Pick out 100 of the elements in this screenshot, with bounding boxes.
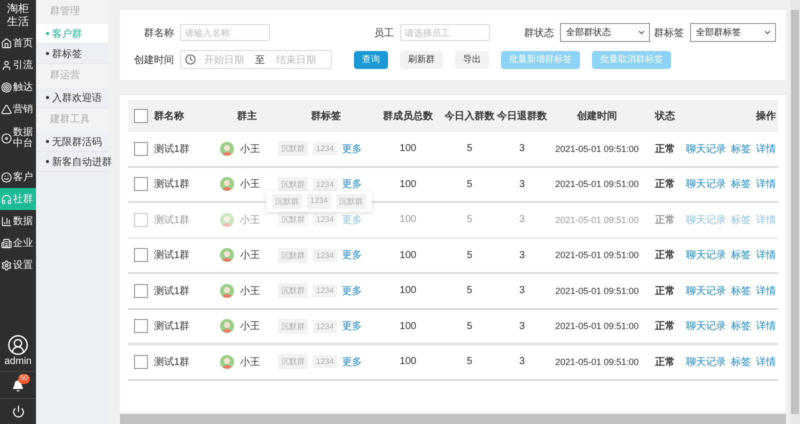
status-text: 正常	[654, 356, 676, 369]
select-all-checkbox[interactable]	[134, 109, 148, 123]
row-checkbox[interactable]	[134, 212, 148, 227]
nav-item[interactable]: 触达	[0, 76, 36, 98]
staff-input[interactable]: 请选择员工	[400, 24, 490, 41]
table-cell-text: 3	[518, 214, 526, 226]
nav-item[interactable]: 数据中台	[0, 120, 36, 156]
avatar-icon	[220, 177, 234, 192]
table-cell-text: 5	[466, 320, 474, 332]
tag: 1234	[313, 248, 337, 262]
more-link[interactable]: 更多	[342, 284, 362, 298]
table-cell-text: 2021-05-01 09:51:00	[554, 214, 640, 226]
row-checkbox[interactable]	[134, 177, 148, 192]
date-range-field[interactable]: 开始日期 至 结束日期	[180, 50, 332, 69]
action-link[interactable]: 详情	[756, 177, 776, 192]
tag: 1234	[313, 355, 337, 368]
home-icon	[1, 38, 12, 48]
action-link[interactable]: 标签	[731, 284, 751, 298]
row-checkbox[interactable]	[134, 319, 148, 334]
headset-icon	[1, 194, 12, 204]
brand-name: 淘柜生活	[6, 2, 30, 30]
tag: 1234	[313, 320, 337, 333]
action-link[interactable]: 详情	[756, 354, 776, 369]
more-link[interactable]: 更多	[342, 354, 362, 369]
table-cell-text: 3	[518, 178, 526, 190]
nav-item[interactable]: 数据	[0, 210, 36, 232]
nav-item[interactable]: 营销	[0, 98, 36, 120]
tag-select[interactable]: 全部群标签	[690, 23, 776, 42]
avatar-icon	[220, 354, 234, 369]
field-label: 创建时间	[133, 54, 175, 66]
table-cell-text: 2021-05-01 09:51:00	[554, 142, 640, 155]
table-cell-text: 100	[398, 320, 418, 332]
tag: 沉默群	[278, 283, 308, 298]
table-cell-text: 100	[398, 214, 418, 226]
action-link[interactable]: 标签	[731, 142, 751, 156]
action-link[interactable]: 详情	[756, 248, 776, 262]
row-checkbox[interactable]	[134, 248, 148, 262]
action-link[interactable]: 聊天记录	[686, 177, 726, 192]
horizontal-scrollbar[interactable]	[120, 414, 786, 424]
bullet-icon	[46, 160, 49, 163]
nav-item[interactable]: 首页	[0, 32, 36, 54]
more-link[interactable]: 更多	[342, 248, 362, 262]
action-link[interactable]: 详情	[756, 319, 776, 334]
vertical-scrollbar[interactable]	[791, 10, 799, 414]
smile-icon	[1, 172, 12, 182]
action-link[interactable]: 聊天记录	[686, 354, 726, 369]
action-link[interactable]: 标签	[731, 354, 751, 369]
tag: 沉默群	[278, 141, 308, 156]
action-link[interactable]: 聊天记录	[686, 248, 726, 262]
tag: 1234	[307, 194, 331, 209]
column-header: 今日入群数	[444, 110, 496, 123]
tag: 沉默群	[272, 194, 302, 209]
more-link[interactable]: 更多	[342, 142, 362, 156]
action-link[interactable]: 详情	[756, 142, 776, 156]
bell-icon[interactable]	[12, 380, 24, 392]
nav-item[interactable]: 设置	[0, 254, 36, 276]
bullet-icon	[46, 140, 49, 143]
nav-item[interactable]: 社群	[0, 188, 36, 210]
name-input[interactable]: 请输入名称	[180, 24, 270, 41]
more-link[interactable]: 更多	[342, 177, 362, 192]
action-link[interactable]: 标签	[731, 319, 751, 334]
bar-chart-icon	[1, 216, 12, 226]
avatar-icon	[220, 212, 234, 227]
status-select[interactable]: 全部群状态	[560, 23, 650, 42]
status-text: 正常	[654, 142, 676, 156]
action-button[interactable]: 导出	[455, 50, 489, 68]
table-cell-text: 小王	[240, 142, 260, 156]
action-link[interactable]: 聊天记录	[686, 319, 726, 334]
submenu-item[interactable]: 客户群	[36, 24, 108, 44]
action-link[interactable]: 标签	[731, 177, 751, 192]
action-link[interactable]: 标签	[731, 248, 751, 262]
table-cell-text: 小王	[240, 284, 260, 298]
nav-item[interactable]: 客户	[0, 166, 36, 188]
column-header: 操作	[754, 110, 777, 123]
column-header: 群成员总数	[382, 110, 434, 123]
field-label: 群状态	[523, 26, 555, 40]
action-link[interactable]: 详情	[756, 284, 776, 298]
disc-icon	[1, 132, 12, 144]
power-icon[interactable]	[12, 405, 24, 418]
nav-item[interactable]: 引流	[0, 54, 36, 76]
table-cell-text: 2021-05-01 09:51:00	[554, 320, 640, 332]
avatar-icon[interactable]	[7, 334, 29, 356]
column-header: 今日退群数	[497, 110, 547, 123]
row-checkbox[interactable]	[134, 142, 148, 156]
table-cell-text: 5	[466, 250, 474, 261]
row-checkbox[interactable]	[134, 284, 148, 298]
tag: 沉默群	[278, 176, 308, 192]
tag: 沉默群	[278, 248, 308, 263]
status-text: 正常	[654, 248, 676, 262]
table-cell-text: 100	[398, 285, 418, 296]
action-button[interactable]: 查询	[354, 50, 388, 68]
more-link[interactable]: 更多	[342, 319, 362, 334]
row-checkbox[interactable]	[134, 354, 148, 369]
nav-item[interactable]: 企业	[0, 232, 36, 254]
column-header: 状态	[654, 110, 676, 123]
status-text: 正常	[654, 214, 676, 227]
action-link[interactable]: 聊天记录	[686, 142, 726, 156]
submenu-title: 建群工具	[36, 108, 108, 132]
action-button[interactable]: 刷新群	[400, 50, 443, 68]
action-link[interactable]: 聊天记录	[686, 284, 726, 298]
